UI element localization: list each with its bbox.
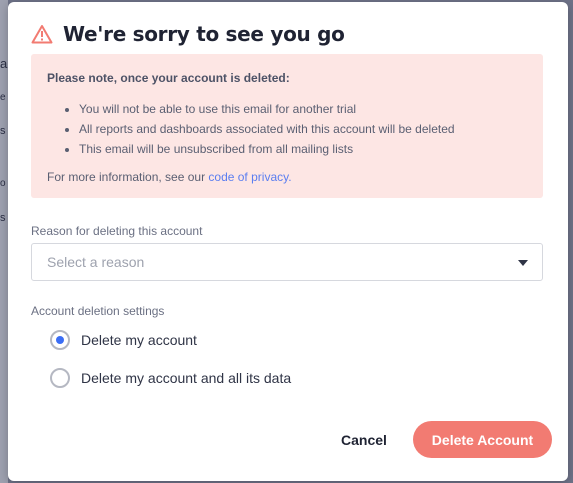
reason-select-placeholder: Select a reason [47,254,145,270]
notice-item: All reports and dashboards associated wi… [79,119,527,139]
radio-delete-account[interactable] [50,330,70,350]
option-delete-account[interactable]: Delete my account [50,330,197,350]
notice-item: You will not be able to use this email f… [79,99,527,119]
background-page: a e s o s [0,0,8,483]
delete-account-button[interactable]: Delete Account [413,421,552,458]
privacy-link[interactable]: code of privacy. [208,170,291,184]
background-text-fragment: o [0,178,6,189]
warning-triangle-icon [31,24,53,44]
background-text-fragment: s [0,212,6,224]
background-text-fragment: e [0,92,6,103]
chevron-down-icon [518,260,528,266]
notice-more-info: For more information, see our code of pr… [47,170,527,184]
background-text-fragment: s [0,125,6,137]
dialog-title: We're sorry to see you go [63,22,345,46]
background-text-fragment: a [0,56,8,71]
option-label: Delete my account [81,332,197,348]
notice-more-text: For more information, see our [47,170,209,184]
notice-heading: Please note, once your account is delete… [47,71,290,85]
reason-label: Reason for deleting this account [31,224,203,238]
option-delete-account-and-data[interactable]: Delete my account and all its data [50,368,291,388]
dialog-header: We're sorry to see you go [31,22,345,46]
deletion-notice: Please note, once your account is delete… [31,54,543,198]
option-label: Delete my account and all its data [81,370,292,386]
cancel-button[interactable]: Cancel [328,422,400,458]
notice-list: You will not be able to use this email f… [47,99,527,159]
settings-label: Account deletion settings [31,304,165,318]
notice-item: This email will be unsubscribed from all… [79,139,527,159]
delete-account-dialog: We're sorry to see you go Please note, o… [8,2,568,481]
radio-delete-account-and-data[interactable] [50,368,70,388]
reason-select[interactable]: Select a reason [31,243,543,281]
